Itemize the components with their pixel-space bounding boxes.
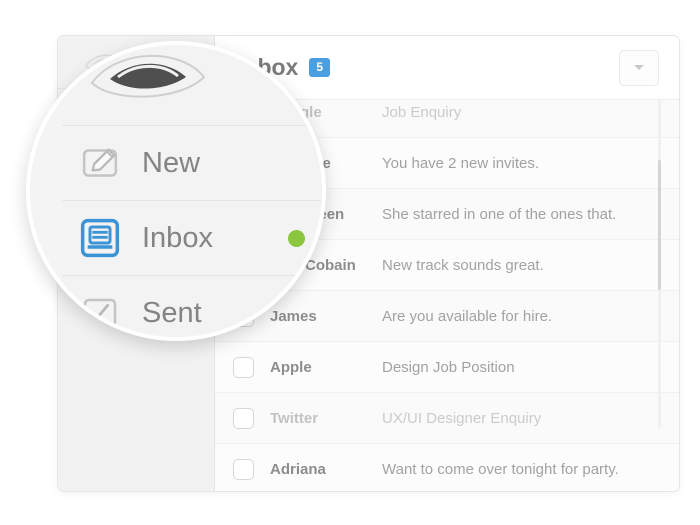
row-sender: Twitter: [270, 409, 319, 427]
row-checkbox[interactable]: [233, 356, 254, 378]
magnified-sidebar-logo: [62, 45, 322, 125]
row-subject: New track sounds great.: [382, 256, 544, 274]
row-subject: Job Enquiry: [382, 103, 462, 121]
row-subject: Want to come over tonight for party.: [382, 460, 619, 478]
inbox-tray-icon: [80, 218, 120, 258]
sidebar-item-label: Sent: [142, 296, 202, 329]
sidebar-item-sent[interactable]: Sent: [62, 275, 322, 337]
table-row[interactable]: Apple Design Job Position: [215, 342, 679, 393]
row-sender: Adriana: [270, 460, 326, 478]
magnified-nav-list: New Inbox Sent: [62, 125, 322, 337]
row-checkbox[interactable]: [233, 458, 254, 480]
row-subject: Are you available for hire.: [382, 307, 553, 325]
sidebar-item-label: Inbox: [142, 221, 213, 254]
sketch-avatar-icon: [90, 54, 206, 98]
row-sender: Apple: [270, 358, 312, 376]
sent-check-icon: [80, 293, 120, 333]
chevron-down-icon: [634, 65, 644, 70]
row-subject: She starred in one of the ones that.: [382, 205, 617, 223]
row-subject: Design Job Position: [382, 358, 515, 376]
sidebar-item-new[interactable]: New: [62, 125, 322, 200]
row-subject: You have 2 new invites.: [382, 154, 540, 172]
dropdown-button[interactable]: [619, 49, 659, 86]
row-checkbox[interactable]: [233, 407, 254, 429]
scrollbar-thumb[interactable]: [658, 160, 661, 290]
magnifier-lens: Dri Eva Kurt Cob: [26, 41, 326, 341]
row-subject: UX/UI Designer Enquiry: [382, 409, 542, 427]
sidebar-item-label: New: [142, 146, 201, 179]
magnified-sidebar: New Inbox Sent: [62, 45, 322, 337]
compose-pencil-icon: [80, 143, 120, 183]
table-row[interactable]: Twitter UX/UI Designer Enquiry: [215, 393, 679, 444]
table-row[interactable]: Adriana Want to come over tonight for pa…: [215, 444, 679, 491]
screenshot-stage: New Inbox: [0, 0, 700, 525]
magnifier-content: Dri Eva Kurt Cob: [30, 45, 322, 337]
unread-status-dot: [288, 229, 305, 247]
sidebar-item-inbox[interactable]: Inbox: [62, 200, 322, 275]
